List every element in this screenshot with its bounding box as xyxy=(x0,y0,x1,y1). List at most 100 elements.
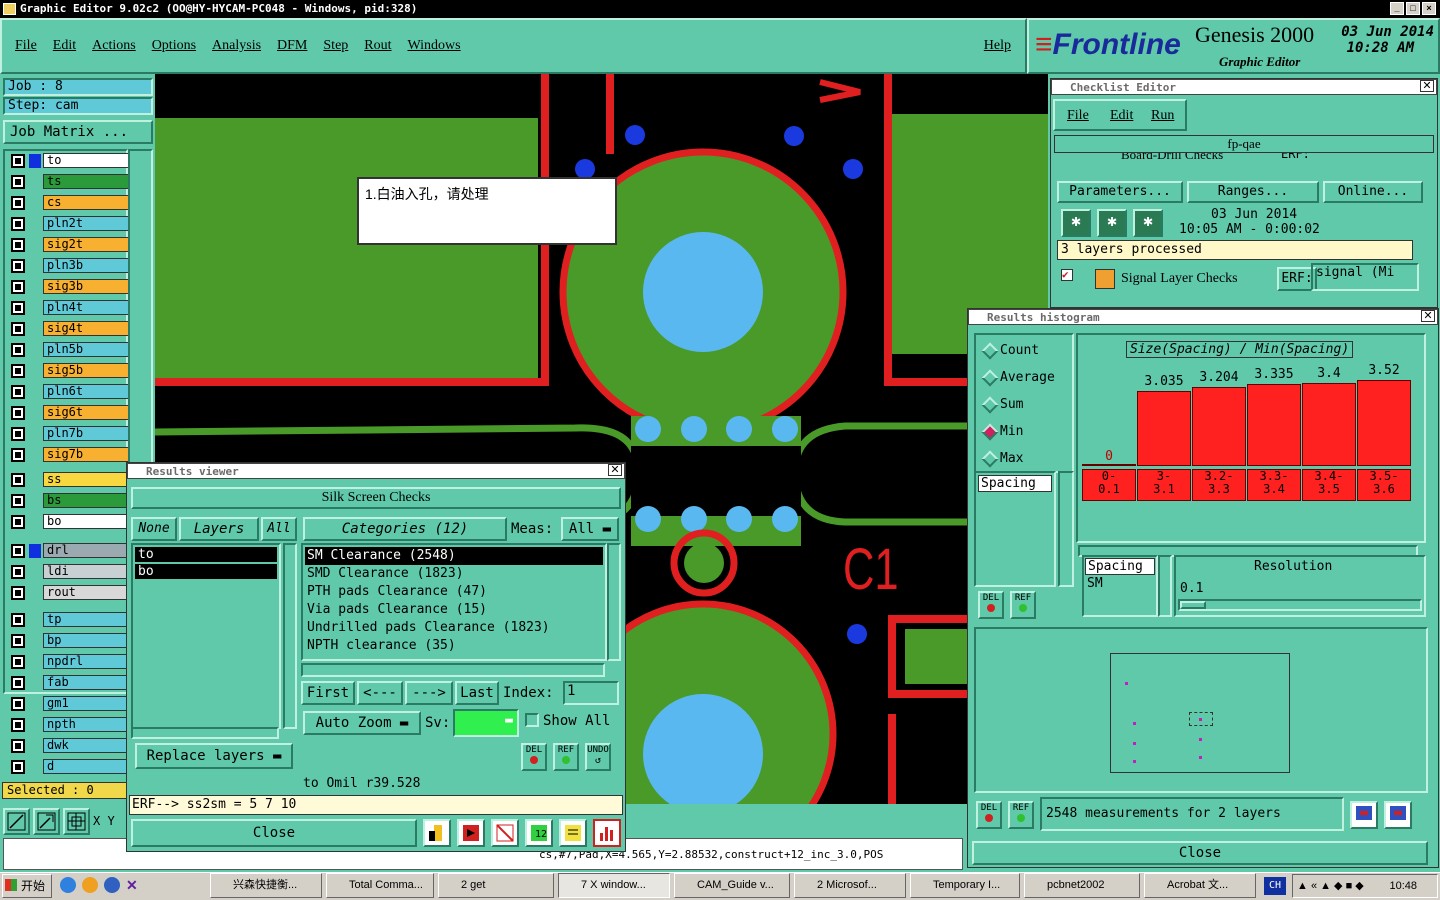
radio-icon[interactable] xyxy=(981,450,999,468)
category-item[interactable]: SM Clearance (2548) xyxy=(305,547,603,565)
ref-button[interactable]: REF xyxy=(553,743,579,771)
prev-button[interactable]: <--- xyxy=(357,681,403,705)
layer-results-hscroll[interactable] xyxy=(131,727,279,739)
first-button[interactable]: First xyxy=(301,681,355,705)
auto-zoom-select[interactable]: Auto Zoom ▬ xyxy=(303,711,421,735)
layer-checkbox[interactable] xyxy=(11,195,25,210)
browser-icon[interactable] xyxy=(104,877,120,893)
menu-dfm[interactable]: DFM xyxy=(277,38,307,54)
layer-row-npdrl[interactable]: npdrl xyxy=(11,654,129,669)
undo-button[interactable]: UNDO ↺ xyxy=(585,743,611,771)
menu-windows[interactable]: Windows xyxy=(408,38,461,54)
checklist-menu-edit[interactable]: Edit xyxy=(1110,108,1133,124)
layer-results-scroll[interactable] xyxy=(283,543,297,729)
menu-step[interactable]: Step xyxy=(323,38,348,54)
mode-option-count[interactable]: Count xyxy=(976,341,1072,361)
layer-checkbox[interactable] xyxy=(11,321,25,336)
menu-rout[interactable]: Rout xyxy=(364,38,391,54)
layer-row-sig7b[interactable]: sig7b xyxy=(11,447,129,462)
none-button[interactable]: None xyxy=(131,517,177,541)
x-icon[interactable]: ✕ xyxy=(126,877,142,893)
layer-checkbox[interactable] xyxy=(11,363,25,378)
layer-row-pln6t[interactable]: pln6t xyxy=(11,384,129,399)
category-item[interactable]: PTH pads Clearance (47) xyxy=(305,583,603,601)
mini-map[interactable] xyxy=(974,627,1428,793)
histogram-bar[interactable] xyxy=(1192,387,1246,466)
ie-icon[interactable] xyxy=(60,877,76,893)
measure-list-scroll[interactable] xyxy=(1058,471,1074,587)
layer-row-rout[interactable]: rout xyxy=(11,585,129,600)
close-icon[interactable]: ✕ xyxy=(608,464,622,476)
layer-checkbox[interactable] xyxy=(11,405,25,420)
del-button-2[interactable]: DEL xyxy=(976,801,1002,829)
layer-row-bp[interactable]: bp xyxy=(11,633,129,648)
layer-checkbox[interactable] xyxy=(11,258,25,273)
menu-actions[interactable]: Actions xyxy=(92,38,136,54)
layer-checkbox[interactable] xyxy=(11,564,25,579)
category-item[interactable]: Via pads Clearance (15) xyxy=(305,601,603,619)
radio-icon[interactable] xyxy=(981,396,999,414)
layer-checkbox[interactable] xyxy=(11,759,25,774)
layer-checkbox[interactable] xyxy=(11,675,25,690)
menu-file[interactable]: File xyxy=(15,38,37,54)
layer-row-pln7b[interactable]: pln7b xyxy=(11,426,129,441)
type-list-scroll[interactable] xyxy=(1158,555,1172,617)
layer-row-sig6t[interactable]: sig6t xyxy=(11,405,129,420)
zoom-tool-icon[interactable] xyxy=(3,808,30,835)
layer-row-ldi[interactable]: ldi xyxy=(11,564,129,579)
layer-row-sig3b[interactable]: sig3b xyxy=(11,279,129,294)
checklist-menu-run[interactable]: Run xyxy=(1151,108,1174,124)
layer-checkbox[interactable] xyxy=(11,174,25,189)
layer-checkbox[interactable] xyxy=(11,279,25,294)
radio-icon[interactable] xyxy=(981,369,999,387)
taskbar-item-4[interactable]: 7 X window... xyxy=(558,873,670,898)
next-button[interactable]: ---> xyxy=(405,681,453,705)
language-indicator[interactable]: CH xyxy=(1264,877,1286,895)
measure-tool-icon[interactable] xyxy=(33,808,60,835)
list-icon[interactable]: 12 xyxy=(525,819,553,847)
job-matrix-button[interactable]: Job Matrix ... xyxy=(3,120,153,144)
del-button[interactable]: DEL xyxy=(978,591,1004,619)
resolution-slider[interactable] xyxy=(1178,599,1422,611)
radio-icon[interactable] xyxy=(981,342,999,360)
layer-checkbox[interactable] xyxy=(11,342,25,357)
layer-checkbox[interactable] xyxy=(11,738,25,753)
layer-row-d[interactable]: d xyxy=(11,759,129,774)
replace-layers-button[interactable]: Replace layers ▬ xyxy=(135,743,293,769)
layer-checkbox[interactable] xyxy=(11,543,25,558)
layer-row-sig2t[interactable]: sig2t xyxy=(11,237,129,252)
close-icon[interactable]: × xyxy=(1422,2,1436,15)
layer-row-bs[interactable]: bs xyxy=(11,493,129,508)
clock-icon[interactable] xyxy=(82,877,98,893)
layer-row-pln3b[interactable]: pln3b xyxy=(11,258,129,273)
taskbar-item-2[interactable]: Total Comma... xyxy=(326,873,434,898)
run-all-icon[interactable]: ✱ xyxy=(1097,209,1127,237)
histogram-bar[interactable] xyxy=(1247,384,1301,466)
layer-row-bo[interactable]: bo xyxy=(11,514,129,529)
online-button[interactable]: Online... xyxy=(1323,181,1423,203)
histogram-close-button[interactable]: Close xyxy=(972,841,1428,865)
report-icon[interactable] xyxy=(1350,801,1378,829)
run-icon[interactable]: ✱ xyxy=(1061,209,1091,237)
layer-row-ss[interactable]: ss xyxy=(11,472,129,487)
layer-row-sig4t[interactable]: sig4t xyxy=(11,321,129,336)
ref-report-icon[interactable] xyxy=(491,819,519,847)
taskbar-item-8[interactable]: pcbnet2002 xyxy=(1024,873,1140,898)
category-item[interactable]: Undrilled pads Clearance (1823) xyxy=(305,619,603,637)
layer-row-dwk[interactable]: dwk xyxy=(11,738,129,753)
stop-icon[interactable]: ✱ xyxy=(1133,209,1163,237)
export-icon[interactable] xyxy=(1384,801,1412,829)
maximize-icon[interactable]: □ xyxy=(1406,2,1420,15)
category-item[interactable]: NPTH clearance (35) xyxy=(305,637,603,655)
close-icon[interactable]: ✕ xyxy=(1421,310,1435,322)
layer-checkbox[interactable] xyxy=(11,237,25,252)
measure-list-item[interactable]: Spacing xyxy=(978,475,1052,492)
layer-row-ts[interactable]: ts xyxy=(11,174,129,189)
layer-checkbox[interactable] xyxy=(11,654,25,669)
export-icon[interactable] xyxy=(457,819,485,847)
menu-edit[interactable]: Edit xyxy=(53,38,76,54)
radio-icon[interactable] xyxy=(981,423,999,441)
layer-checkbox[interactable] xyxy=(11,472,25,487)
erf-value[interactable]: signal (Mi xyxy=(1311,263,1419,291)
layers-button[interactable]: Layers xyxy=(179,517,259,541)
